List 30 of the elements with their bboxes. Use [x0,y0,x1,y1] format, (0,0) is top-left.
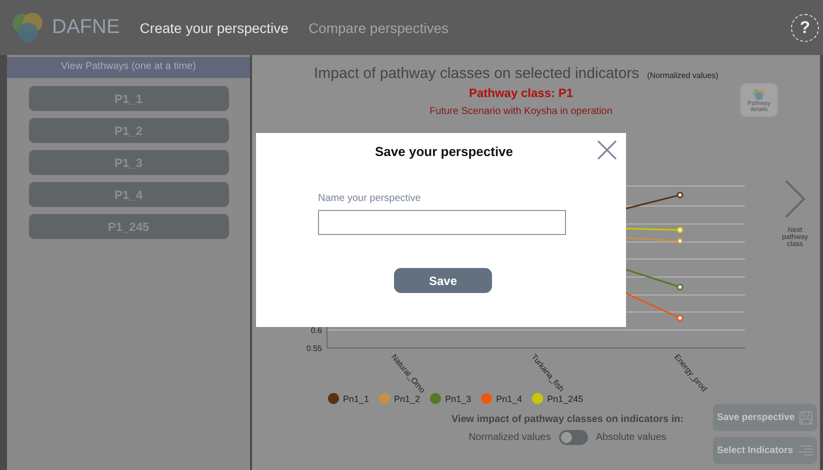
chevron-right-icon[interactable] [783,179,807,219]
dialog-title: Save your perspective [375,144,514,159]
action-button[interactable]: Select Indicators [713,437,817,464]
legend-label: Pn1_2 [394,394,420,404]
chart-title: Impact of pathway classes on selected indicators [314,65,640,82]
axis-tick-label: 0.6 [310,326,322,335]
nav-tab[interactable]: Compare perspectives [308,20,448,36]
axis-tick-label: 0.55 [306,344,322,353]
list-icon [799,444,813,456]
nav-tab[interactable]: Create your perspective [140,20,288,36]
close-icon[interactable] [597,140,617,160]
circles-icon [752,88,766,100]
legend-label: Pn1_245 [547,394,584,404]
pathway-class-label: Pathway class: P1 [468,86,574,100]
sidebar-title: View Pathways (one at a time) [7,57,250,78]
action-button[interactable]: Save perspective [713,404,817,431]
scenario-label: Future Scenario with Koysha in operation [430,106,612,117]
field-label: Name your perspective [318,193,421,204]
units-prompt: View impact of pathway classes on indicators in: [451,414,684,425]
toggle-label: Normalized values [468,432,551,443]
logo-text: DAFNE [52,16,120,39]
save-button[interactable]: Save [394,268,492,293]
toggle-switch[interactable] [558,430,588,445]
name-input-field[interactable] [318,210,566,235]
legend-label: Pn1_3 [445,394,472,404]
help-button[interactable]: ? [791,14,819,42]
legend-label: Pn1_1 [343,394,370,404]
legend-label: Pn1_4 [496,394,522,404]
title-note: (Normalized values) [647,71,718,80]
toggle-label: Absolute values [596,432,666,443]
